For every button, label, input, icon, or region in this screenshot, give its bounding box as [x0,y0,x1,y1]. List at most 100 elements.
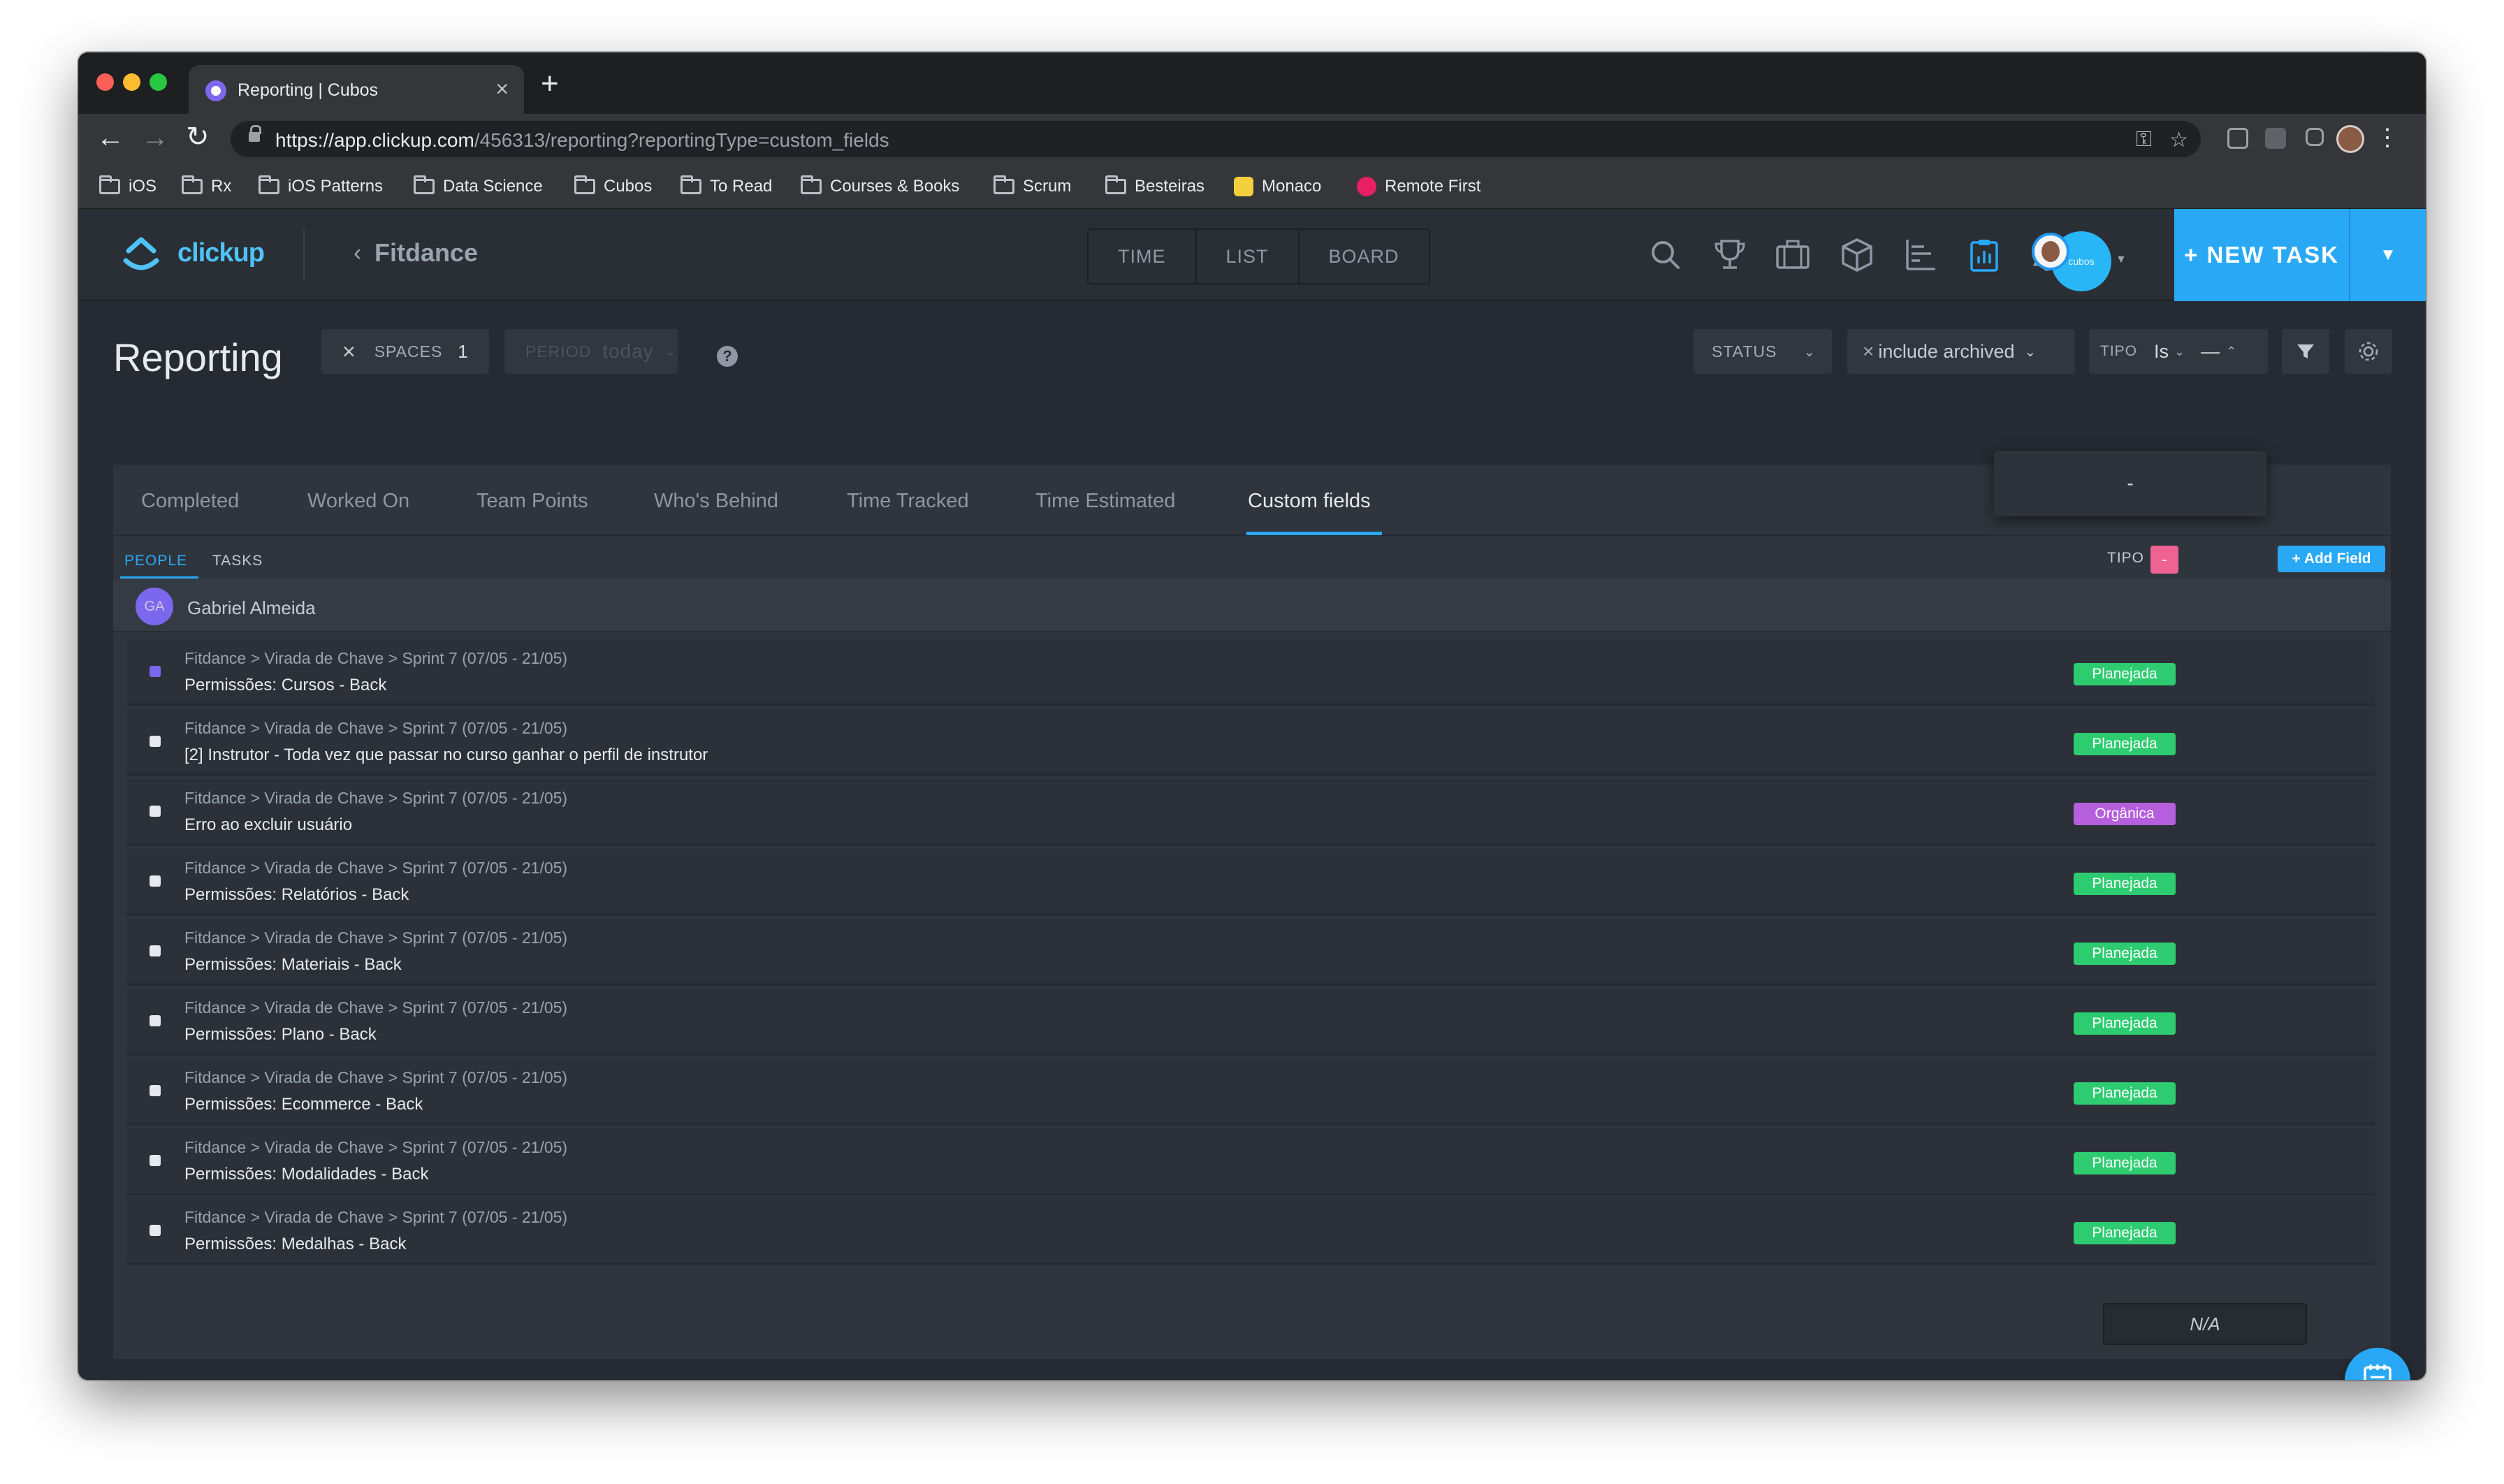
gantt-icon[interactable] [1903,237,1939,273]
settings-button[interactable] [2345,329,2392,374]
trophy-icon[interactable] [1712,237,1748,273]
project-name[interactable]: Fitdance [374,238,478,268]
reload-icon[interactable]: ↻ [186,121,210,153]
bookmark-folder[interactable]: Rx [182,175,231,196]
clickup-logo-icon[interactable] [120,233,162,275]
minimize-window-button[interactable] [123,73,140,91]
chevron-down-icon[interactable]: ▼ [2116,254,2127,266]
bookmark-folder[interactable]: Courses & Books [801,175,959,196]
tipo-badge[interactable]: Planejada [2074,663,2176,685]
task-row[interactable]: Fitdance > Virada de Chave > Sprint 7 (0… [127,919,2375,986]
tipo-badge[interactable]: Planejada [2074,873,2176,895]
bookmark-folder[interactable]: iOS [99,175,156,196]
task-name[interactable]: Permissões: Medalhas - Back [184,1235,406,1254]
task-row[interactable]: Fitdance > Virada de Chave > Sprint 7 (0… [127,1198,2375,1265]
star-icon[interactable]: ☆ [2169,128,2188,152]
tipo-badge[interactable]: Planejada [2074,1222,2176,1244]
status-filter-dropdown[interactable]: STATUS ⌄ [1694,329,1832,374]
tab-time-estimated[interactable]: Time Estimated [1035,490,1175,513]
bookmark-folder[interactable]: Cubos [574,175,652,196]
tab-whos-behind[interactable]: Who's Behind [654,490,778,513]
subtab-tasks[interactable]: TASKS [212,553,263,569]
task-row[interactable]: Fitdance > Virada de Chave > Sprint 7 (0… [127,709,2375,776]
tipo-badge[interactable]: Planejada [2074,1152,2176,1174]
user-avatar[interactable] [2032,233,2069,270]
task-name[interactable]: Permissões: Modalidades - Back [184,1165,428,1184]
subtab-people[interactable]: PEOPLE [124,553,187,569]
tipo-operator[interactable]: Is [2154,341,2169,363]
extension-icon[interactable] [2306,128,2324,146]
close-window-button[interactable] [96,73,114,91]
bookmark-link[interactable]: Monaco [1234,177,1321,196]
tipo-value[interactable]: — [2201,341,2220,363]
task-name[interactable]: Permissões: Plano - Back [184,1025,377,1045]
tipo-badge[interactable]: Planejada [2074,1082,2176,1105]
view-board-button[interactable]: BOARD [1300,230,1429,283]
task-row[interactable]: Fitdance > Virada de Chave > Sprint 7 (0… [127,1128,2375,1195]
tab-time-tracked[interactable]: Time Tracked [847,490,969,513]
new-task-dropdown-icon[interactable]: ▼ [2349,209,2426,301]
tab-completed[interactable]: Completed [141,490,239,513]
back-arrow-icon[interactable]: ← [96,122,124,154]
period-filter-chip[interactable]: PERIOD today ⌄ [504,329,678,374]
bookmark-label: iOS Patterns [288,177,384,196]
chevron-left-icon[interactable]: ‹ [354,240,361,267]
view-list-button[interactable]: LIST [1197,230,1300,283]
tab-custom-fields[interactable]: Custom fields [1248,490,1371,513]
tab-close-icon[interactable]: × [495,76,509,102]
tipo-badge[interactable]: Orgânica [2074,803,2176,825]
search-icon[interactable] [1647,237,1684,273]
new-tab-button[interactable]: + [541,66,559,101]
bookmark-folder[interactable]: Besteiras [1105,175,1204,196]
new-task-button[interactable]: + NEW TASK [2174,209,2349,301]
tipo-badge[interactable]: Planejada [2074,943,2176,965]
bookmark-folder[interactable]: To Read [680,175,772,196]
add-field-button[interactable]: + Add Field [2278,546,2385,572]
clickup-logo-text[interactable]: clickup [177,238,265,268]
tipo-column-badge[interactable]: - [2150,546,2178,574]
browser-tab[interactable]: Reporting | Cubos × [189,65,524,114]
briefcase-icon[interactable] [1775,237,1811,273]
task-breadcrumb: Fitdance > Virada de Chave > Sprint 7 (0… [184,649,568,667]
tipo-dropdown-option[interactable]: - [2127,472,2133,495]
task-name[interactable]: Permissões: Materiais - Back [184,955,402,975]
tab-worked-on[interactable]: Worked On [307,490,409,513]
tipo-badge[interactable]: Planejada [2074,1012,2176,1035]
task-name[interactable]: Permissões: Relatórios - Back [184,885,409,905]
view-time-button[interactable]: TIME [1089,230,1197,283]
box-icon[interactable] [1839,237,1875,273]
spaces-filter-chip[interactable]: × SPACES 1 [321,329,489,374]
filter-button[interactable] [2282,329,2329,374]
chrome-profile-avatar[interactable] [2336,125,2364,153]
task-name[interactable]: Permissões: Ecommerce - Back [184,1095,423,1114]
address-bar[interactable]: https://app.clickup.com/456313/reporting… [231,121,2201,157]
tipo-badge[interactable]: Planejada [2074,733,2176,755]
help-icon[interactable]: ? [717,346,738,367]
report-clipboard-icon[interactable] [1966,237,2002,273]
task-name[interactable]: Erro ao excluir usuário [184,815,352,835]
tipo-filter[interactable]: TIPO Is ⌄ — ⌃ [2089,329,2268,374]
task-name[interactable]: Permissões: Cursos - Back [184,676,386,695]
close-icon[interactable]: × [1863,340,1874,363]
task-row[interactable]: Fitdance > Virada de Chave > Sprint 7 (0… [127,849,2375,916]
close-icon[interactable]: × [342,339,356,365]
tab-team-points[interactable]: Team Points [476,490,588,513]
chrome-menu-icon[interactable]: ⋮ [2375,124,2399,152]
bookmark-folder[interactable]: Data Science [414,175,543,196]
bookmark-label: Monaco [1262,177,1322,196]
forward-arrow-icon[interactable]: → [141,122,169,154]
pocket-extension-icon[interactable] [2227,128,2248,149]
bookmark-folder[interactable]: iOS Patterns [259,175,384,196]
extension-icon[interactable] [2265,128,2286,149]
bookmark-link[interactable]: Remote First [1357,177,1480,196]
task-name[interactable]: [2] Instrutor - Toda vez que passar no c… [184,745,708,765]
task-row[interactable]: Fitdance > Virada de Chave > Sprint 7 (0… [127,1059,2375,1126]
task-row[interactable]: Fitdance > Virada de Chave > Sprint 7 (0… [127,989,2375,1056]
task-row[interactable]: Fitdance > Virada de Chave > Sprint 7 (0… [127,639,2375,706]
person-row[interactable]: GA Gabriel Almeida [113,579,2391,632]
bookmark-folder[interactable]: Scrum [993,175,1071,196]
include-archived-toggle[interactable]: × include archived ⌄ [1847,329,2075,374]
maximize-window-button[interactable] [150,73,167,91]
key-icon[interactable]: ⚿ [2136,128,2152,152]
task-row[interactable]: Fitdance > Virada de Chave > Sprint 7 (0… [127,779,2375,846]
